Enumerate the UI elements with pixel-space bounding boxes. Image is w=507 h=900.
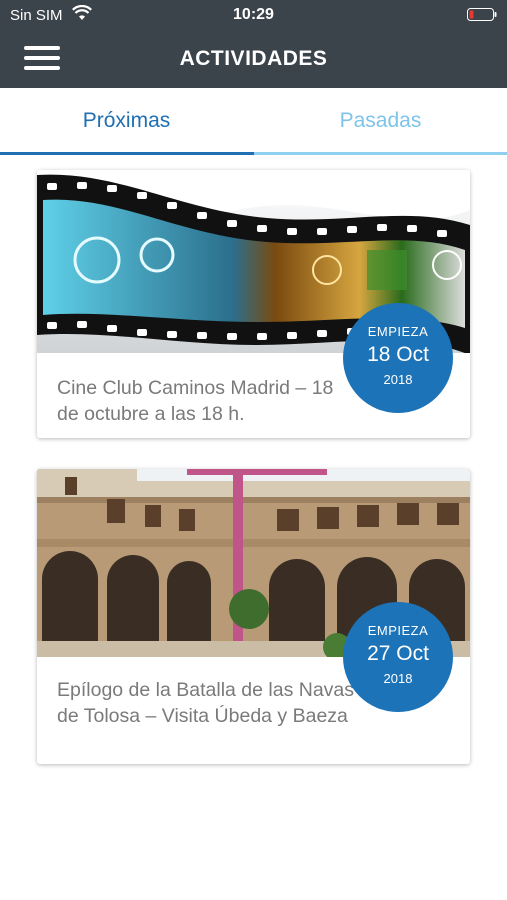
app-header: ACTIVIDADES <box>0 30 507 88</box>
date-badge: EMPIEZA 18 Oct 2018 <box>343 303 453 413</box>
badge-year: 2018 <box>383 671 413 686</box>
battery-icon <box>467 8 497 21</box>
badge-label: EMPIEZA <box>367 623 429 638</box>
clock: 10:29 <box>233 6 274 23</box>
tab-proximas[interactable]: Próximas <box>0 88 253 154</box>
badge-date: 18 Oct <box>367 343 429 366</box>
badge-date: 27 Oct <box>367 642 429 665</box>
badge-year: 2018 <box>383 372 413 387</box>
event-title: Cine Club Caminos Madrid – 18 de octubre… <box>57 377 334 425</box>
event-card[interactable]: Cine Club Caminos Madrid – 18 de octubre… <box>37 170 470 438</box>
date-badge: EMPIEZA 27 Oct 2018 <box>343 602 453 712</box>
tab-divider <box>254 152 507 155</box>
status-bar: Sin SIM 10:29 <box>0 0 507 30</box>
event-card[interactable]: Epílogo de la Batalla de las Navas de To… <box>37 469 470 764</box>
segment-tabs: Próximas Pasadas <box>0 88 507 154</box>
tab-pasadas[interactable]: Pasadas <box>254 88 507 154</box>
badge-label: EMPIEZA <box>367 324 429 339</box>
active-tab-indicator <box>0 152 254 155</box>
event-title: Epílogo de la Batalla de las Navas de To… <box>57 679 355 727</box>
page-title: ACTIVIDADES <box>179 47 328 70</box>
